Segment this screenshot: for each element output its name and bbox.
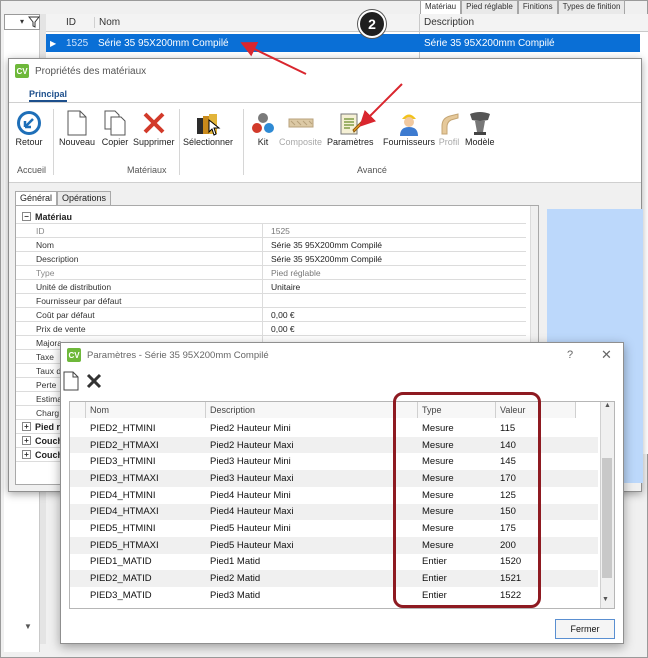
arrow-to-parametres <box>359 83 403 127</box>
step-callout: 2 <box>358 10 386 38</box>
annotation-arrows <box>240 42 403 127</box>
arrow-to-row <box>240 42 307 75</box>
